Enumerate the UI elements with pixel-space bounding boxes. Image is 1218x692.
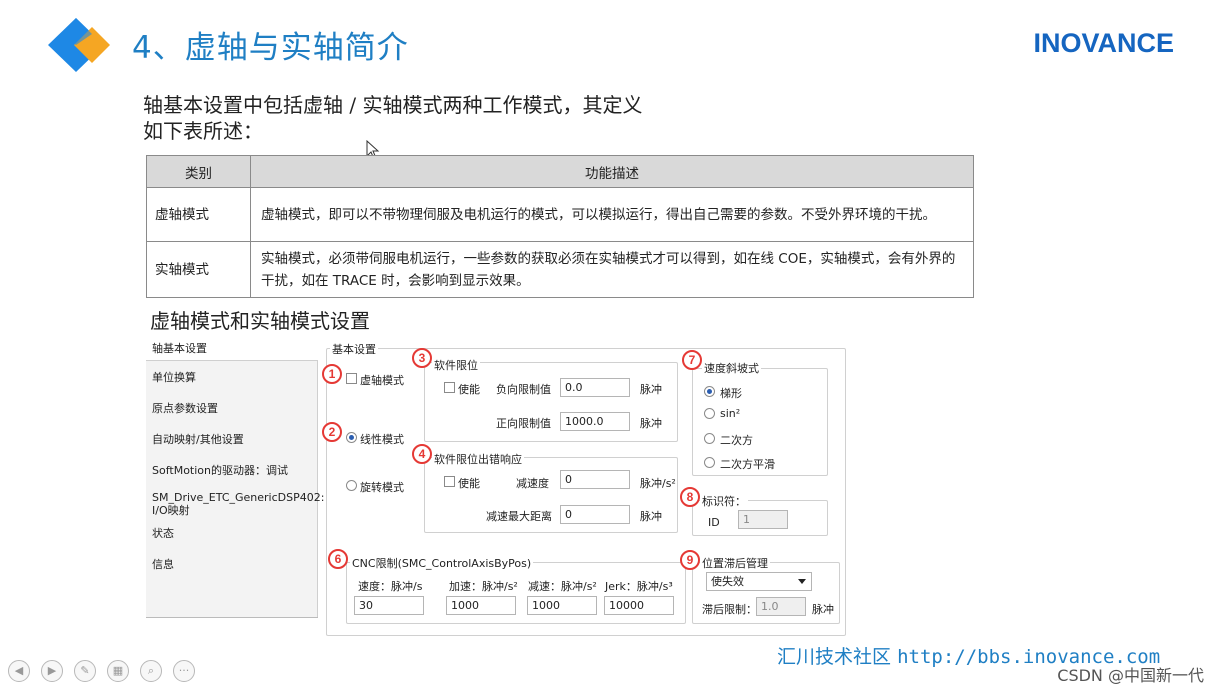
table-cell-category: 虚轴模式: [146, 187, 251, 242]
prev-slide-icon[interactable]: ◀: [8, 660, 30, 682]
lag-mode-selected: 使失效: [711, 575, 744, 588]
axis-settings-panel: 轴基本设置 单位换算 原点参数设置 自动映射/其他设置 SoftMotion的驱…: [146, 336, 846, 663]
max-decel-dist-unit: 脉冲: [640, 510, 662, 523]
linear-mode-radio[interactable]: [346, 432, 357, 443]
intro-line-1: 轴基本设置中包括虚轴 / 实轴模式两种工作模式，其定义: [143, 93, 643, 117]
table-cell-category: 实轴模式: [146, 241, 251, 298]
badge-4: 4: [412, 444, 432, 464]
badge-7: 7: [682, 350, 702, 370]
table-row: 实轴模式 实轴模式，必须带伺服电机运行，一些参数的获取必须在实轴模式才可以得到，…: [146, 241, 974, 298]
nav-list: 单位换算 原点参数设置 自动映射/其他设置 SoftMotion的驱动器：调试 …: [146, 360, 324, 663]
brand-logo: INOVANCE: [1033, 28, 1174, 58]
virtual-mode-label: 虚轴模式: [360, 374, 404, 387]
table-cell-description: 实轴模式，必须带伺服电机运行，一些参数的获取必须在实轴模式才可以得到，如在线 C…: [250, 241, 974, 298]
cnc-decel-input[interactable]: 1000: [527, 596, 597, 615]
pos-limit-unit: 脉冲: [640, 417, 662, 430]
nav-item-status[interactable]: 状态: [152, 527, 316, 540]
rotary-mode-radio[interactable]: [346, 480, 357, 491]
soft-limit-legend: 软件限位: [432, 357, 480, 373]
cnc-decel-label: 减速：脉冲/s²: [528, 580, 597, 593]
chevron-down-icon: [798, 579, 806, 584]
cnc-speed-input[interactable]: 30: [354, 596, 424, 615]
next-slide-icon[interactable]: ▶: [41, 660, 63, 682]
ramp-option-trapezoid-radio[interactable]: [704, 386, 715, 397]
pos-limit-input[interactable]: 1000.0: [560, 412, 630, 431]
diamond-logo-icon: [48, 18, 110, 72]
lag-limit-label: 滞后限制：: [702, 603, 757, 616]
cnc-jerk-label: Jerk：脉冲/s³: [605, 580, 673, 593]
lag-limit-input[interactable]: 1.0: [756, 597, 806, 616]
decel-label: 减速度: [516, 477, 549, 490]
pos-limit-label: 正向限制值: [496, 417, 551, 430]
cnc-jerk-input[interactable]: 10000: [604, 596, 674, 615]
cnc-limit-legend: CNC限制(SMC_ControlAxisByPos): [350, 555, 534, 571]
soft-limit-enable-label: 使能: [458, 383, 480, 396]
slide-header: 4、虚轴与实轴简介 INOVANCE: [0, 0, 1218, 90]
rotary-mode-label: 旋转模式: [360, 481, 404, 494]
zoom-icon[interactable]: ⌕: [140, 660, 162, 682]
ramp-option-quadratic-label: 二次方: [720, 434, 753, 447]
lag-limit-unit: 脉冲: [812, 603, 834, 616]
soft-limit-enable-checkbox[interactable]: [444, 382, 455, 393]
virtual-mode-checkbox[interactable]: [346, 373, 357, 384]
decel-unit: 脉冲/s²: [640, 477, 676, 490]
neg-limit-input[interactable]: 0.0: [560, 378, 630, 397]
settings-nav: 轴基本设置 单位换算 原点参数设置 自动映射/其他设置 SoftMotion的驱…: [146, 336, 324, 663]
ramp-option-sin2-label: sin²: [720, 407, 741, 420]
decel-input[interactable]: 0: [560, 470, 630, 489]
table-header-row: 类别 功能描述: [146, 155, 974, 188]
nav-item-homing[interactable]: 原点参数设置: [152, 402, 316, 415]
limit-error-legend: 软件限位出错响应: [432, 451, 524, 467]
identifier-id-label: ID: [708, 516, 720, 529]
badge-8: 8: [680, 487, 700, 507]
table-header-description: 功能描述: [250, 155, 974, 188]
ramp-type-legend: 速度斜坡式: [702, 360, 761, 376]
nav-item-info[interactable]: 信息: [152, 558, 316, 571]
max-decel-dist-input[interactable]: 0: [560, 505, 630, 524]
table-cell-description: 虚轴模式，即可以不带物理伺服及电机运行的模式，可以模拟运行，得出自己需要的参数。…: [250, 187, 974, 242]
neg-limit-unit: 脉冲: [640, 383, 662, 396]
badge-3: 3: [412, 348, 432, 368]
ramp-option-quadratic-smooth-label: 二次方平滑: [720, 458, 775, 471]
limit-error-enable-checkbox[interactable]: [444, 476, 455, 487]
more-options-icon[interactable]: ···: [173, 660, 195, 682]
identifier-legend: 标识符：: [700, 493, 748, 509]
basic-settings-legend: 基本设置: [330, 341, 378, 357]
badge-2: 2: [322, 422, 342, 442]
ramp-option-sin2-radio[interactable]: [704, 408, 715, 419]
nav-bottom-area: [146, 617, 318, 663]
nav-item-auto-mapping[interactable]: 自动映射/其他设置: [152, 433, 316, 446]
nav-item-drive-debug[interactable]: SoftMotion的驱动器：调试: [152, 464, 316, 477]
slides-grid-icon[interactable]: ▦: [107, 660, 129, 682]
slide-title: 4、虚轴与实轴简介: [132, 30, 409, 66]
cnc-accel-input[interactable]: 1000: [446, 596, 516, 615]
badge-1: 1: [322, 364, 342, 384]
nav-item-unit-conversion[interactable]: 单位换算: [152, 371, 316, 384]
badge-6: 6: [328, 549, 348, 569]
identifier-id-input[interactable]: 1: [738, 510, 788, 529]
csdn-watermark: CSDN @中国新一代: [1057, 666, 1204, 685]
ramp-option-trapezoid-label: 梯形: [720, 387, 742, 400]
ramp-option-quadratic-smooth-radio[interactable]: [704, 457, 715, 468]
intro-text: 轴基本设置中包括虚轴 / 实轴模式两种工作模式，其定义 如下表所述：: [143, 92, 642, 144]
table-header-category: 类别: [146, 155, 251, 188]
limit-error-enable-label: 使能: [458, 477, 480, 490]
max-decel-dist-label: 减速最大距离: [486, 510, 552, 523]
nav-item-io-mapping[interactable]: SM_Drive_ETC_GenericDSP402: I/O映射: [152, 491, 324, 517]
badge-9: 9: [680, 550, 700, 570]
nav-tab-basic-settings[interactable]: 轴基本设置: [152, 340, 207, 356]
lag-management-legend: 位置滞后管理: [700, 555, 770, 571]
mode-definition-table: 类别 功能描述 虚轴模式 虚轴模式，即可以不带物理伺服及电机运行的模式，可以模拟…: [146, 155, 974, 298]
cnc-accel-label: 加速：脉冲/s²: [449, 580, 518, 593]
cnc-speed-label: 速度：脉冲/s: [358, 580, 423, 593]
lag-mode-select[interactable]: 使失效: [706, 572, 812, 591]
neg-limit-label: 负向限制值: [496, 383, 551, 396]
ramp-option-quadratic-radio[interactable]: [704, 433, 715, 444]
linear-mode-label: 线性模式: [360, 433, 404, 446]
table-row: 虚轴模式 虚轴模式，即可以不带物理伺服及电机运行的模式，可以模拟运行，得出自己需…: [146, 187, 974, 242]
settings-subtitle: 虚轴模式和实轴模式设置: [150, 309, 370, 333]
pen-icon[interactable]: ✎: [74, 660, 96, 682]
community-name: 汇川技术社区: [777, 646, 892, 668]
intro-line-2: 如下表所述：: [143, 119, 263, 143]
